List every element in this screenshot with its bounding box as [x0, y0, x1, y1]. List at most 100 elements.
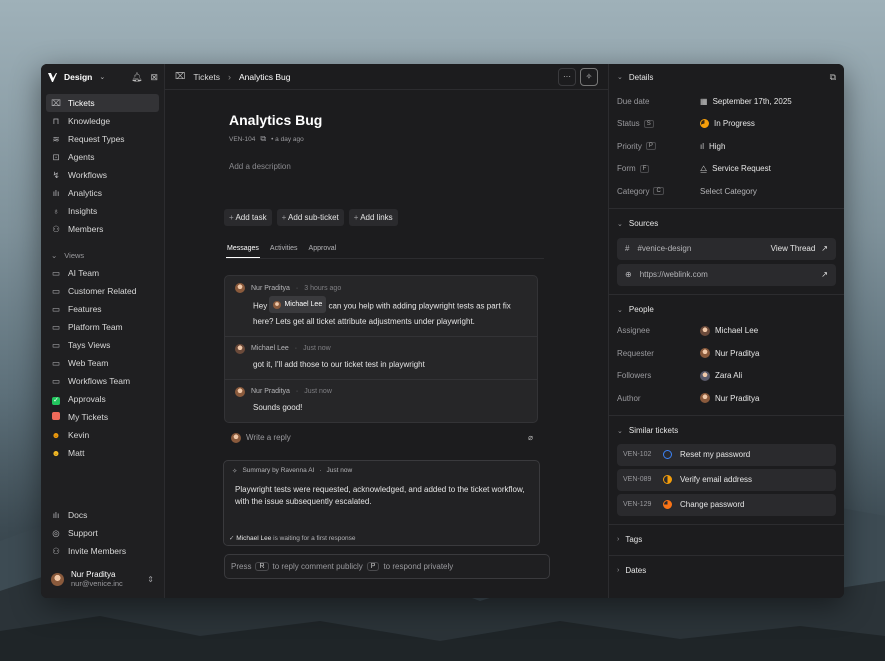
sidebar-item-workflows-team[interactable]: ▭ Workflows Team	[46, 372, 159, 390]
similar-ticket-item[interactable]: VEN-102 Reset my password	[617, 443, 836, 466]
sidebar-item-web-team[interactable]: ▭ Web Team	[46, 354, 159, 372]
detail-value: Select Category	[700, 187, 757, 196]
dates-section-header[interactable]: › Dates	[609, 561, 844, 581]
message-text: got it, I'll add those to our ticket tes…	[253, 359, 425, 369]
sidebar-item-support[interactable]: ◎ Support	[46, 524, 159, 542]
description-field[interactable]: Add a description	[229, 162, 544, 171]
sidebar-item-label: Docs	[68, 510, 88, 520]
sidebar-item-insights[interactable]: ♁ Insights	[46, 202, 159, 220]
sidebar-item-invite-members[interactable]: ⚇ Invite Members	[46, 542, 159, 560]
app-window: Design ⌄ 🔔︎ ⊠ ⌧ Tickets ⊓ Knowledge ≋ Request…	[41, 64, 844, 598]
details-header[interactable]: ⌄ Details ⧉	[609, 64, 844, 90]
sidebar-item-matt[interactable]: ☻ Matt	[46, 444, 159, 462]
detail-label-text: Due date	[617, 96, 650, 106]
sources-section-header[interactable]: ⌄ Sources	[609, 214, 844, 234]
view-thread-link[interactable]: View Thread	[771, 244, 816, 253]
source-item[interactable]: ⊕ https://weblink.com ↗	[617, 263, 836, 286]
emoji-icon: ☻	[51, 448, 61, 458]
avatar	[235, 386, 245, 397]
sidebar-item-features[interactable]: ▭ Features	[46, 300, 159, 318]
message-item: Michael Lee · Just now got it, I'll add …	[225, 337, 537, 380]
reply-placeholder: Write a reply	[246, 433, 291, 442]
avatar	[700, 325, 710, 336]
reply-input[interactable]: Write a reply ⌀	[223, 429, 541, 447]
views-section-header[interactable]: ⌄ Views	[46, 246, 159, 264]
sidebar-item-platform-team[interactable]: ▭ Platform Team	[46, 318, 159, 336]
paperclip-icon[interactable]: ⌀	[528, 433, 533, 442]
user-menu[interactable]: Nur Praditya nur@venice.inc ⇕	[46, 566, 159, 592]
dates-title: Dates	[625, 566, 647, 575]
sidebar-item-tickets[interactable]: ⌧ Tickets	[46, 94, 159, 112]
people-value: Nur Praditya	[700, 393, 759, 404]
reply-composer[interactable]: Press R to reply comment publicly P to r…	[224, 554, 550, 579]
primary-nav: ⌧ Tickets ⊓ Knowledge ≋ Request Types ⊡ Agents ↯…	[41, 90, 164, 242]
similar-ticket-item[interactable]: VEN-089 Verify email address	[617, 468, 836, 491]
people-row-author[interactable]: Author Nur Praditya	[609, 387, 844, 410]
sidebar-item-customer-related[interactable]: ▭ Customer Related	[46, 282, 159, 300]
people-section-header[interactable]: ⌄ People	[609, 300, 844, 320]
ticket-icon: ⌧	[51, 97, 61, 108]
lightbulb-icon: ♁	[52, 206, 60, 216]
workspace-switcher[interactable]: Design ⌄ 🔔︎ ⊠	[41, 64, 164, 90]
breadcrumb-tickets[interactable]: Tickets	[193, 72, 220, 82]
sidebar-item-request-types[interactable]: ≋ Request Types	[46, 130, 159, 148]
sidebar-item-knowledge[interactable]: ⊓ Knowledge	[46, 112, 159, 130]
tab-messages[interactable]: Messages	[226, 241, 260, 258]
mention-name: Michael Lee	[284, 301, 323, 308]
copy-icon[interactable]: ⧉	[260, 134, 266, 144]
ticket-icon: ⌧	[175, 71, 186, 81]
detail-value: In Progress	[700, 119, 755, 129]
more-options-button[interactable]: ···	[558, 67, 576, 86]
tab-approval[interactable]: Approval	[308, 241, 338, 258]
user-mention[interactable]: Michael Lee	[269, 296, 327, 313]
tags-section-header[interactable]: › Tags	[609, 530, 844, 550]
composer-mid: to reply comment publicly	[272, 562, 363, 571]
people-value: Nur Praditya	[700, 348, 759, 359]
sidebar-item-ai-team[interactable]: ▭ AI Team	[46, 264, 159, 282]
add-task-button[interactable]: + Add task	[224, 209, 272, 226]
detail-row-status[interactable]: Status S In Progress	[609, 113, 844, 136]
emoji-icon: ☻	[51, 430, 61, 440]
waiting-name: Michael Lee	[236, 534, 272, 542]
sidebar-item-agents[interactable]: ⊡ Agents	[46, 148, 159, 166]
add-sub-ticket-button[interactable]: + Add sub-ticket	[276, 209, 344, 226]
people-row-assignee[interactable]: Assignee Michael Lee	[609, 320, 844, 343]
copy-icon[interactable]: ⧉	[830, 72, 836, 83]
people-row-requester[interactable]: Requester Nur Praditya	[609, 342, 844, 365]
sidebar-item-approvals[interactable]: ✓ Approvals	[46, 390, 159, 408]
detail-row-priority[interactable]: Priority Pıl High	[609, 135, 844, 158]
bell-icon[interactable]: 🔔︎	[131, 72, 142, 83]
source-item[interactable]: # #venice-design View Thread ↗	[617, 237, 836, 260]
sidebar-item-analytics[interactable]: ılı Analytics	[46, 184, 159, 202]
sidebar-item-docs[interactable]: ılı Docs	[46, 506, 159, 524]
similar-ticket-title: Reset my password	[680, 450, 751, 459]
open-icon	[663, 450, 672, 459]
sidebar-item-label: Members	[68, 224, 104, 234]
detail-row-form[interactable]: Form F ⧋ Service Request	[609, 158, 844, 181]
ai-sparkle-button[interactable]: ✧	[580, 67, 598, 86]
message-author: Nur Praditya	[251, 388, 290, 395]
people-label: Author	[617, 393, 641, 403]
detail-row-category[interactable]: Category C Select Category	[609, 180, 844, 203]
page-title[interactable]: Analytics Bug	[229, 112, 544, 128]
book-icon: ⊓	[52, 115, 60, 126]
detail-row-due-date[interactable]: Due date ▦ September 17th, 2025	[609, 90, 844, 113]
arrow-up-right-icon[interactable]: ↗	[821, 270, 828, 279]
sidebar-item-my-tickets[interactable]: My Tickets	[46, 408, 159, 426]
similar-ticket-item[interactable]: VEN-129 Change password	[617, 493, 836, 516]
people-label: Assignee	[617, 326, 650, 336]
tab-activities[interactable]: Activities	[269, 241, 299, 258]
avatar	[51, 572, 64, 586]
sidebar-item-members[interactable]: ⚇ Members	[46, 220, 159, 238]
sidebar-item-kevin[interactable]: ☻ Kevin	[46, 426, 159, 444]
message-time: Just now	[303, 345, 331, 352]
add-links-button[interactable]: + Add links	[348, 209, 398, 226]
similar-ticket-id: VEN-129	[623, 501, 652, 508]
collapse-sidebar-icon[interactable]: ⊠	[150, 72, 158, 83]
sidebar-item-workflows[interactable]: ↯ Workflows	[46, 166, 159, 184]
people-row-followers[interactable]: Followers Zara Ali	[609, 365, 844, 388]
views-label: Views	[64, 250, 85, 260]
summary-by: Summary by Ravenna AI	[242, 467, 315, 474]
similar-tickets-section-header[interactable]: ⌄ Similar tickets	[609, 421, 844, 441]
sidebar-item-tays-views[interactable]: ▭ Tays Views	[46, 336, 159, 354]
